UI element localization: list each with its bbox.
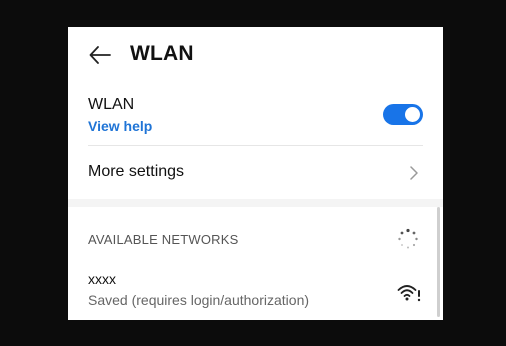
view-help-link[interactable]: View help: [88, 118, 152, 134]
network-name: xxxx: [88, 271, 116, 287]
scrollbar[interactable]: [437, 207, 440, 317]
wlan-toggle-switch[interactable]: [383, 104, 423, 125]
chevron-right-icon: [410, 166, 418, 180]
wifi-alert-icon: [397, 285, 421, 302]
available-networks-heading: AVAILABLE NETWORKS: [88, 232, 239, 247]
header-bar: WLAN: [68, 27, 443, 83]
network-status: Saved (requires login/authorization): [88, 292, 310, 308]
more-settings-row[interactable]: More settings: [68, 149, 443, 195]
loading-spinner-icon: [398, 228, 418, 249]
more-settings-label: More settings: [88, 163, 185, 180]
page-title: WLAN: [130, 42, 194, 65]
arrow-left-icon: [89, 46, 111, 64]
wlan-toggle-row[interactable]: WLAN View help: [68, 90, 443, 140]
divider: [88, 145, 423, 146]
toggle-knob: [405, 107, 420, 122]
wlan-settings-panel: WLAN WLAN View help More settings AVAILA…: [68, 27, 443, 320]
wlan-label: WLAN: [88, 96, 135, 113]
back-button[interactable]: [86, 41, 114, 69]
network-item[interactable]: xxxx Saved (requires login/authorization…: [68, 265, 443, 315]
